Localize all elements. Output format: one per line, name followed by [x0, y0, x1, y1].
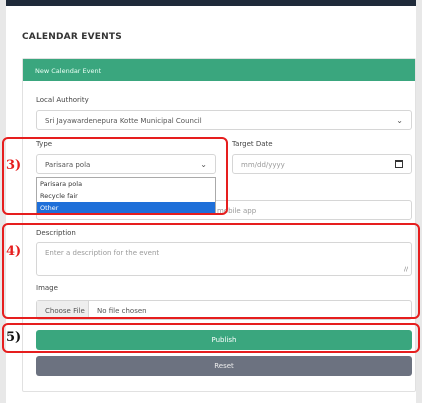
window-top-bar [0, 0, 422, 6]
callout-number-5: 5) [6, 330, 22, 345]
callout-number-4: 4) [6, 244, 22, 259]
callout-number-3: 3) [6, 158, 22, 173]
target-date-input[interactable]: mm/dd/yyyy [232, 154, 412, 174]
local-authority-select[interactable]: Sri Jayawardenepura Kotte Municipal Coun… [36, 110, 412, 130]
card-header: New Calendar Event [23, 59, 415, 81]
reset-button[interactable]: Reset [36, 356, 412, 376]
callout-box-4 [2, 223, 420, 319]
chevron-down-icon: ⌄ [396, 116, 403, 125]
local-authority-label: Local Authority [36, 96, 89, 104]
target-date-label: Target Date [232, 140, 273, 148]
callout-box-5 [2, 323, 420, 353]
calendar-icon[interactable] [395, 160, 403, 168]
page-title: CALENDAR EVENTS [22, 32, 122, 42]
local-authority-value: Sri Jayawardenepura Kotte Municipal Coun… [45, 117, 202, 125]
callout-box-3 [2, 137, 228, 215]
target-date-placeholder: mm/dd/yyyy [241, 161, 285, 169]
